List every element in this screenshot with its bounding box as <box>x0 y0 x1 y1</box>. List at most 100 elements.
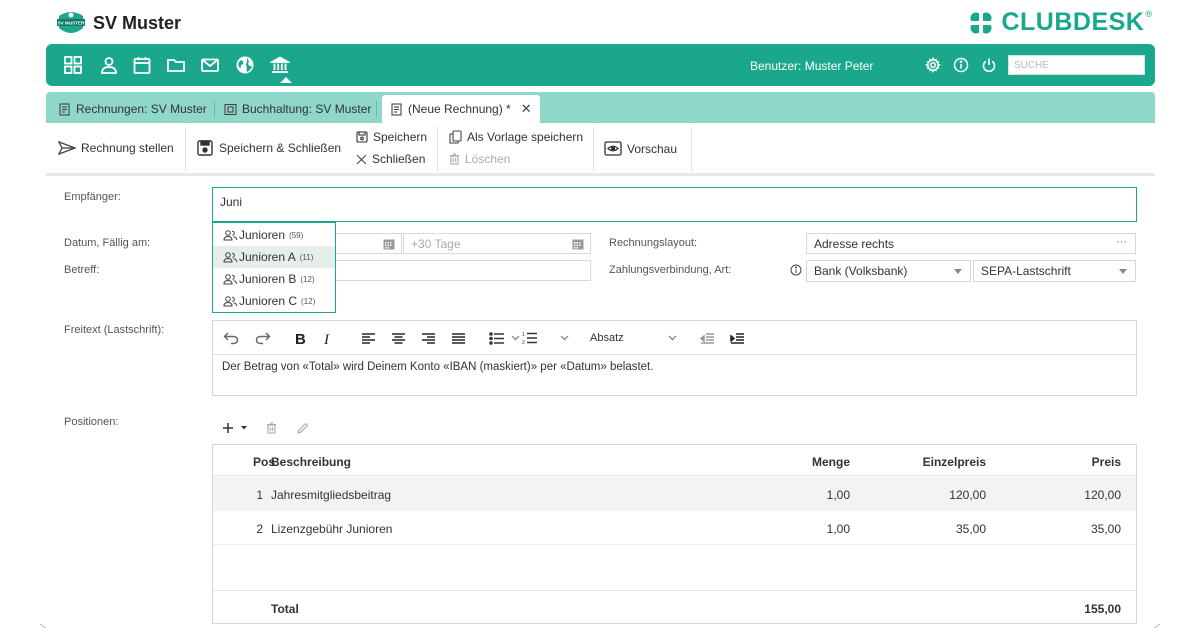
save-close-button[interactable]: Speichern & Schließen <box>196 139 341 157</box>
outdent-icon[interactable] <box>700 329 715 347</box>
payment-info-icon[interactable] <box>790 264 802 276</box>
indent-icon[interactable] <box>730 329 745 347</box>
tab-invoices[interactable]: Rechnungen: SV Muster <box>58 95 207 123</box>
bank-icon[interactable] <box>270 55 290 75</box>
search-input[interactable] <box>1008 55 1145 75</box>
redo-icon[interactable] <box>255 329 271 347</box>
trash-icon[interactable] <box>266 422 277 434</box>
tab-divider <box>376 101 377 117</box>
group-icon <box>223 273 238 284</box>
ledger-icon <box>224 103 237 115</box>
align-justify-icon[interactable] <box>451 329 466 347</box>
preview-button[interactable]: Vorschau <box>604 141 677 156</box>
suggestion-name: Junioren A <box>239 250 296 264</box>
positions-table: Pos Beschreibung Menge Einzelpreis Preis… <box>212 444 1137 624</box>
payment-type-value: SEPA-Lastschrift <box>981 264 1071 278</box>
send-invoice-button[interactable]: Rechnung stellen <box>58 141 174 155</box>
header-unit-price[interactable]: Einzelpreis <box>923 455 986 469</box>
freetext-content[interactable]: Der Betrag von «Total» wird Deinem Konto… <box>222 361 653 373</box>
suggestion-item[interactable]: Junioren A (11) <box>213 246 335 268</box>
due-date-placeholder: +30 Tage <box>411 236 461 251</box>
tab-new-invoice[interactable]: (Neue Rechnung) * ✕ <box>382 95 540 123</box>
freetext-label: Freitext (Lastschrift): <box>64 324 165 336</box>
numbered-list-icon[interactable]: 12 <box>522 329 538 347</box>
corner-mark <box>40 623 47 628</box>
folder-icon[interactable] <box>166 55 186 75</box>
invoice-icon <box>59 102 70 116</box>
toolbar-divider <box>185 127 186 171</box>
close-icon <box>356 154 367 164</box>
mail-icon[interactable] <box>200 55 220 75</box>
member-icon[interactable] <box>99 55 119 75</box>
suggestion-item[interactable]: Junioren C (12) <box>213 290 335 312</box>
chevron-down-icon <box>1119 269 1127 274</box>
settings-gear-icon[interactable] <box>925 57 941 73</box>
close-button[interactable]: Schließen <box>356 152 425 166</box>
paragraph-style-value: Absatz <box>590 332 624 344</box>
calendar-picker-icon[interactable] <box>572 238 584 250</box>
chevron-down-icon[interactable] <box>511 329 520 347</box>
cell-price: 35,00 <box>1090 522 1121 536</box>
preview-eye-icon <box>604 141 622 156</box>
toolbar-divider <box>691 127 692 171</box>
invoice-layout-select[interactable]: Adresse rechts ··· <box>806 233 1136 254</box>
more-options-icon[interactable]: ··· <box>1116 236 1127 248</box>
save-button[interactable]: Speichern <box>356 130 427 144</box>
total-label: Total <box>271 602 299 616</box>
freetext-editor[interactable]: B I 12 Absatz Der Betrag von «Total» wir… <box>212 320 1137 396</box>
suggestion-count: (12) <box>300 274 315 284</box>
subject-label: Betreff: <box>64 264 100 276</box>
save-as-template-button[interactable]: Als Vorlage speichern <box>449 130 583 144</box>
recipient-input[interactable]: Juni <box>212 187 1137 222</box>
chevron-down-icon[interactable] <box>560 329 569 347</box>
tab-accounting-label: Buchhaltung: SV Muster <box>242 102 372 116</box>
close-label: Schließen <box>372 152 426 166</box>
payment-type-select[interactable]: SEPA-Lastschrift <box>973 260 1136 282</box>
payment-account-select[interactable]: Bank (Volksbank) <box>806 260 971 282</box>
club-logo[interactable]: SV MUSTER <box>56 8 86 38</box>
edit-pencil-icon[interactable] <box>296 422 309 435</box>
undo-icon[interactable] <box>223 329 239 347</box>
cell-pos: 1 <box>256 488 263 502</box>
send-icon <box>58 141 76 155</box>
positions-label: Positionen: <box>64 416 119 428</box>
header-quantity[interactable]: Menge <box>812 455 850 469</box>
close-tab-icon[interactable]: ✕ <box>521 101 532 117</box>
power-icon[interactable] <box>981 57 997 73</box>
align-left-icon[interactable] <box>361 329 376 347</box>
globe-icon[interactable] <box>235 55 255 75</box>
table-row[interactable]: 1 Jahresmitgliedsbeitrag 1,00 120,00 120… <box>213 477 1136 511</box>
active-nav-indicator <box>280 77 292 83</box>
bold-icon[interactable]: B <box>295 329 307 347</box>
calendar-icon[interactable] <box>132 55 152 75</box>
align-center-icon[interactable] <box>391 329 406 347</box>
table-header-row: Pos Beschreibung Menge Einzelpreis Preis <box>213 445 1136 476</box>
editor-toolbar: B I 12 Absatz <box>213 321 1136 355</box>
calendar-picker-icon[interactable] <box>383 238 395 250</box>
tab-new-invoice-label: (Neue Rechnung) * <box>408 102 511 116</box>
clubdesk-logo[interactable]: CLUBDESK ® <box>967 8 1152 37</box>
info-icon[interactable] <box>953 57 969 73</box>
italic-icon[interactable]: I <box>323 329 335 347</box>
suggestion-item[interactable]: Junioren B (12) <box>213 268 335 290</box>
due-date-input[interactable]: +30 Tage <box>403 233 591 254</box>
tab-accounting[interactable]: Buchhaltung: SV Muster <box>224 95 371 123</box>
current-user-label[interactable]: Benutzer: Muster Peter <box>750 59 873 73</box>
cell-quantity: 1,00 <box>826 522 850 536</box>
bullet-list-icon[interactable] <box>489 329 505 347</box>
club-name[interactable]: SV Muster <box>93 13 181 34</box>
paragraph-style-select[interactable]: Absatz <box>590 329 680 347</box>
align-right-icon[interactable] <box>421 329 436 347</box>
add-icon[interactable] <box>222 422 234 434</box>
header-price[interactable]: Preis <box>1092 455 1121 469</box>
date-label: Datum, Fällig am: <box>64 237 151 249</box>
payment-label: Zahlungsverbindung, Art: <box>609 264 732 276</box>
main-navbar: Benutzer: Muster Peter <box>46 44 1155 86</box>
delete-button[interactable]: Löschen <box>449 152 510 166</box>
table-row[interactable]: 2 Lizenzgebühr Junioren 1,00 35,00 35,00 <box>213 511 1136 545</box>
header-description[interactable]: Beschreibung <box>271 455 351 469</box>
preview-label: Vorschau <box>627 141 678 156</box>
chevron-down-icon[interactable] <box>240 425 248 431</box>
suggestion-item[interactable]: Junioren (59) <box>213 224 335 246</box>
dashboard-icon[interactable] <box>63 55 83 75</box>
